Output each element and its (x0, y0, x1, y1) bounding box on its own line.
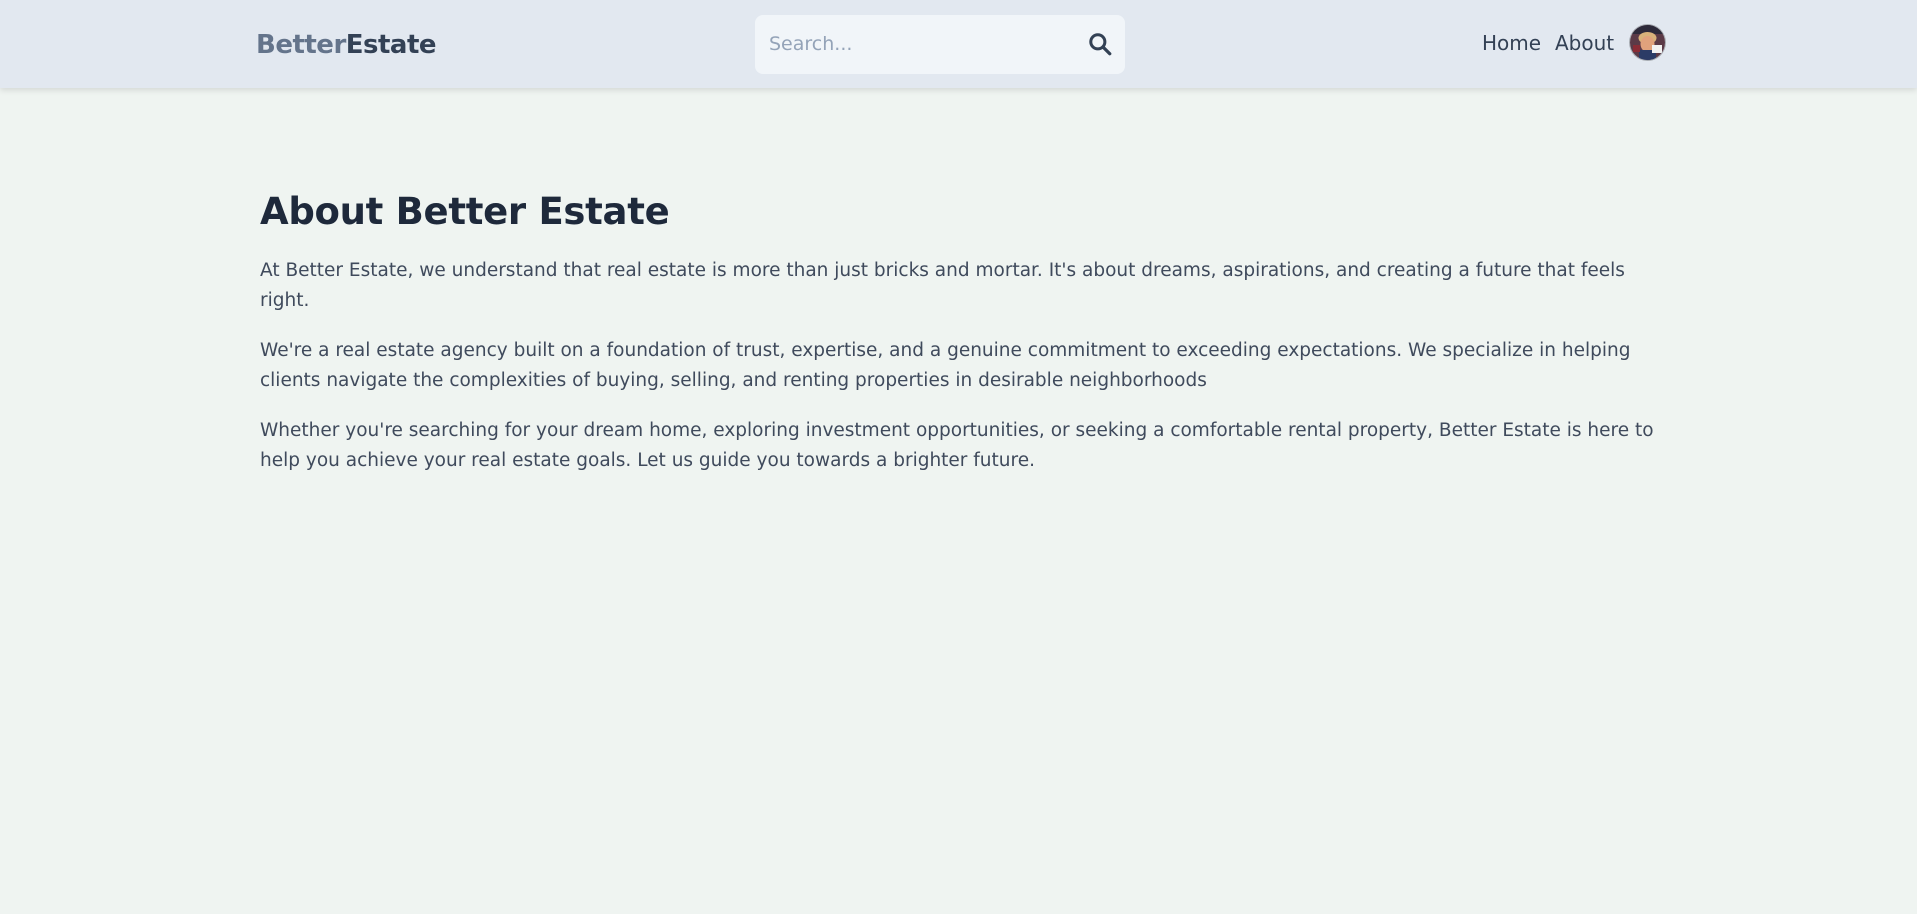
search-input[interactable] (769, 25, 1069, 63)
top-navbar: BetterEstate Home About (0, 0, 1917, 88)
about-section: About Better Estate At Better Estate, we… (260, 186, 1670, 496)
logo-better-text: Better (256, 30, 346, 60)
about-paragraph: We're a real estate agency built on a fo… (260, 340, 1631, 391)
logo-estate-text: Estate (345, 30, 437, 60)
user-avatar[interactable] (1630, 25, 1665, 60)
search-icon (1089, 33, 1112, 56)
search-button[interactable] (1087, 31, 1113, 57)
about-paragraph: Whether you're searching for your dream … (260, 420, 1654, 471)
nav-about-link[interactable]: About (1555, 28, 1614, 58)
page-title: About Better Estate (260, 190, 670, 233)
about-paragraph: At Better Estate, we understand that rea… (260, 260, 1625, 311)
avatar-image (1630, 25, 1665, 60)
site-logo[interactable]: BetterEstate (256, 28, 437, 62)
search-box (755, 15, 1125, 74)
nav-home-link[interactable]: Home (1482, 28, 1541, 58)
